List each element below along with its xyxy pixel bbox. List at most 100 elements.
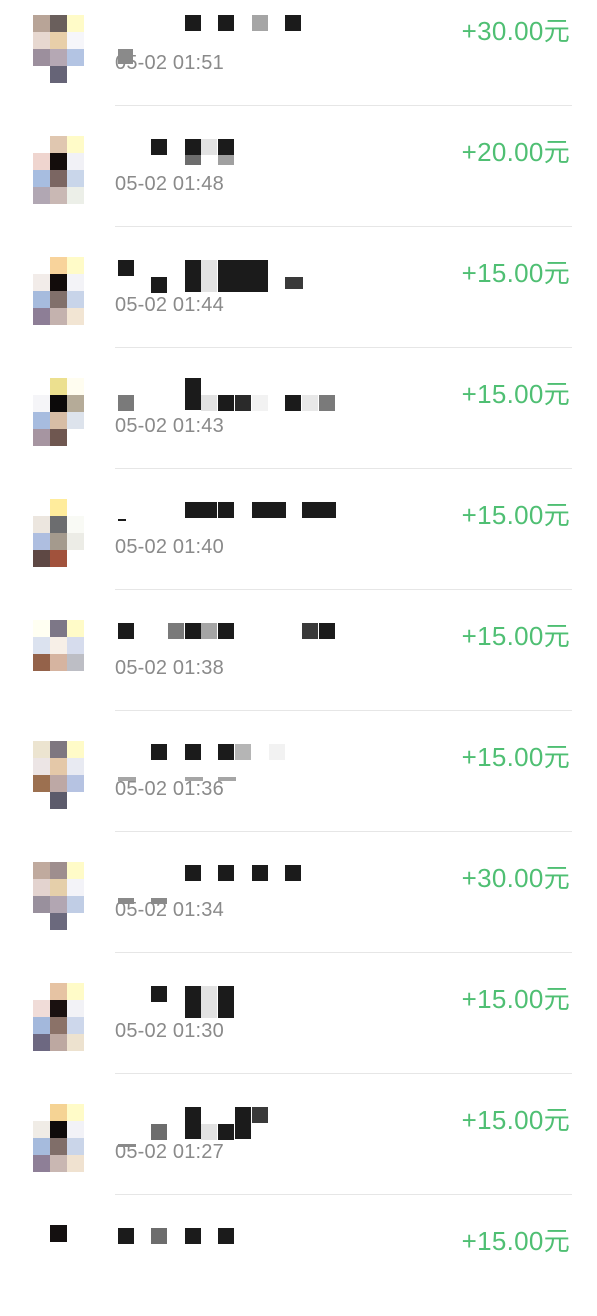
avatar-pixel (50, 187, 67, 204)
transaction-time: 05-02 01:48 (115, 173, 224, 195)
avatar-pixel (33, 671, 50, 688)
avatar-pixel (67, 533, 84, 550)
avatar-pixel (33, 533, 50, 550)
transaction-row[interactable]: 05-02 01:34 +30.00元 (0, 832, 597, 953)
redacted-name (115, 860, 355, 904)
avatar-pixel (50, 412, 67, 429)
avatar-pixel (67, 896, 84, 913)
transaction-row[interactable]: 05-02 01:51 +30.00元 (0, 0, 597, 106)
avatar-pixel (50, 983, 67, 1000)
avatar-pixel (50, 32, 67, 49)
avatar-pixel (50, 758, 67, 775)
transaction-row[interactable]: 05-02 01:27 +15.00元 (0, 1074, 597, 1195)
avatar-pixel (33, 187, 50, 204)
avatar-pixel (50, 1017, 67, 1034)
transaction-list: 05-02 01:51 +30.00元 05-02 01:48 +20.00元 … (0, 0, 597, 1316)
transaction-amount: +15.00元 (461, 984, 570, 1014)
avatar-pixel (33, 983, 50, 1000)
avatar-pixel (33, 1276, 50, 1293)
redacted-name (115, 1223, 355, 1263)
transaction-row[interactable]: 05-02 01:40 +15.00元 (0, 469, 597, 590)
transaction-time: 05-02 01:51 (115, 52, 224, 74)
avatar (33, 741, 84, 809)
avatar-pixel (67, 758, 84, 775)
transaction-amount: +15.00元 (461, 500, 570, 530)
transaction-time: 05-02 01:30 (115, 1020, 224, 1042)
avatar-pixel (33, 308, 50, 325)
avatar-pixel (67, 775, 84, 792)
avatar-pixel (33, 637, 50, 654)
avatar-pixel (50, 1138, 67, 1155)
avatar-pixel (67, 378, 84, 395)
avatar-pixel (33, 879, 50, 896)
avatar-pixel (50, 1276, 67, 1293)
avatar-pixel (67, 741, 84, 758)
avatar-pixel (67, 274, 84, 291)
avatar-pixel (33, 49, 50, 66)
avatar-pixel (33, 1155, 50, 1172)
avatar-pixel (33, 429, 50, 446)
avatar-pixel (67, 792, 84, 809)
avatar-pixel (67, 412, 84, 429)
avatar-pixel (67, 1000, 84, 1017)
avatar (33, 1225, 84, 1293)
avatar-pixel (50, 1155, 67, 1172)
avatar-pixel (67, 1138, 84, 1155)
transaction-row[interactable]: 05-02 01:38 +15.00元 (0, 590, 597, 711)
avatar-pixel (50, 15, 67, 32)
avatar-pixel (50, 153, 67, 170)
avatar-pixel (33, 291, 50, 308)
avatar-pixel (33, 274, 50, 291)
transaction-row[interactable]: +15.00元 (0, 1195, 597, 1316)
transaction-time: 05-02 01:38 (115, 657, 224, 679)
avatar-pixel (50, 291, 67, 308)
avatar-pixel (33, 516, 50, 533)
avatar-pixel (67, 671, 84, 688)
avatar-pixel (50, 1104, 67, 1121)
avatar-pixel (33, 1104, 50, 1121)
avatar (33, 862, 84, 930)
transaction-row[interactable]: 05-02 01:43 +15.00元 (0, 348, 597, 469)
transaction-row[interactable]: 05-02 01:36 +15.00元 (0, 711, 597, 832)
avatar-pixel (67, 170, 84, 187)
avatar-pixel (50, 550, 67, 567)
avatar (33, 499, 84, 567)
avatar-pixel (67, 1017, 84, 1034)
avatar-pixel (67, 637, 84, 654)
transaction-row[interactable]: 05-02 01:44 +15.00元 (0, 227, 597, 348)
avatar-pixel (33, 170, 50, 187)
transaction-row[interactable]: 05-02 01:30 +15.00元 (0, 953, 597, 1074)
transaction-amount: +30.00元 (461, 863, 570, 893)
avatar-pixel (33, 1017, 50, 1034)
redacted-name (115, 1102, 355, 1147)
avatar-pixel (50, 879, 67, 896)
avatar-pixel (50, 516, 67, 533)
avatar (33, 620, 84, 688)
transaction-time: 05-02 01:27 (115, 1141, 224, 1163)
transaction-amount: +15.00元 (461, 742, 570, 772)
transaction-amount: +15.00元 (461, 1105, 570, 1135)
avatar-pixel (50, 620, 67, 637)
avatar-pixel (33, 15, 50, 32)
avatar-pixel (67, 499, 84, 516)
avatar-pixel (33, 758, 50, 775)
transaction-row[interactable]: 05-02 01:48 +20.00元 (0, 106, 597, 227)
avatar-pixel (50, 429, 67, 446)
avatar-pixel (33, 136, 50, 153)
avatar-pixel (67, 879, 84, 896)
redacted-name (115, 13, 355, 64)
avatar-pixel (67, 429, 84, 446)
avatar-pixel (33, 896, 50, 913)
avatar-pixel (50, 1121, 67, 1138)
avatar-pixel (33, 1034, 50, 1051)
avatar-pixel (33, 775, 50, 792)
avatar-pixel (50, 741, 67, 758)
avatar-pixel (33, 1242, 50, 1259)
avatar-pixel (67, 516, 84, 533)
avatar-pixel (50, 257, 67, 274)
avatar-pixel (50, 395, 67, 412)
avatar-pixel (50, 499, 67, 516)
redacted-name (115, 255, 355, 295)
transaction-time: 05-02 01:44 (115, 294, 224, 316)
redacted-name (115, 497, 355, 537)
